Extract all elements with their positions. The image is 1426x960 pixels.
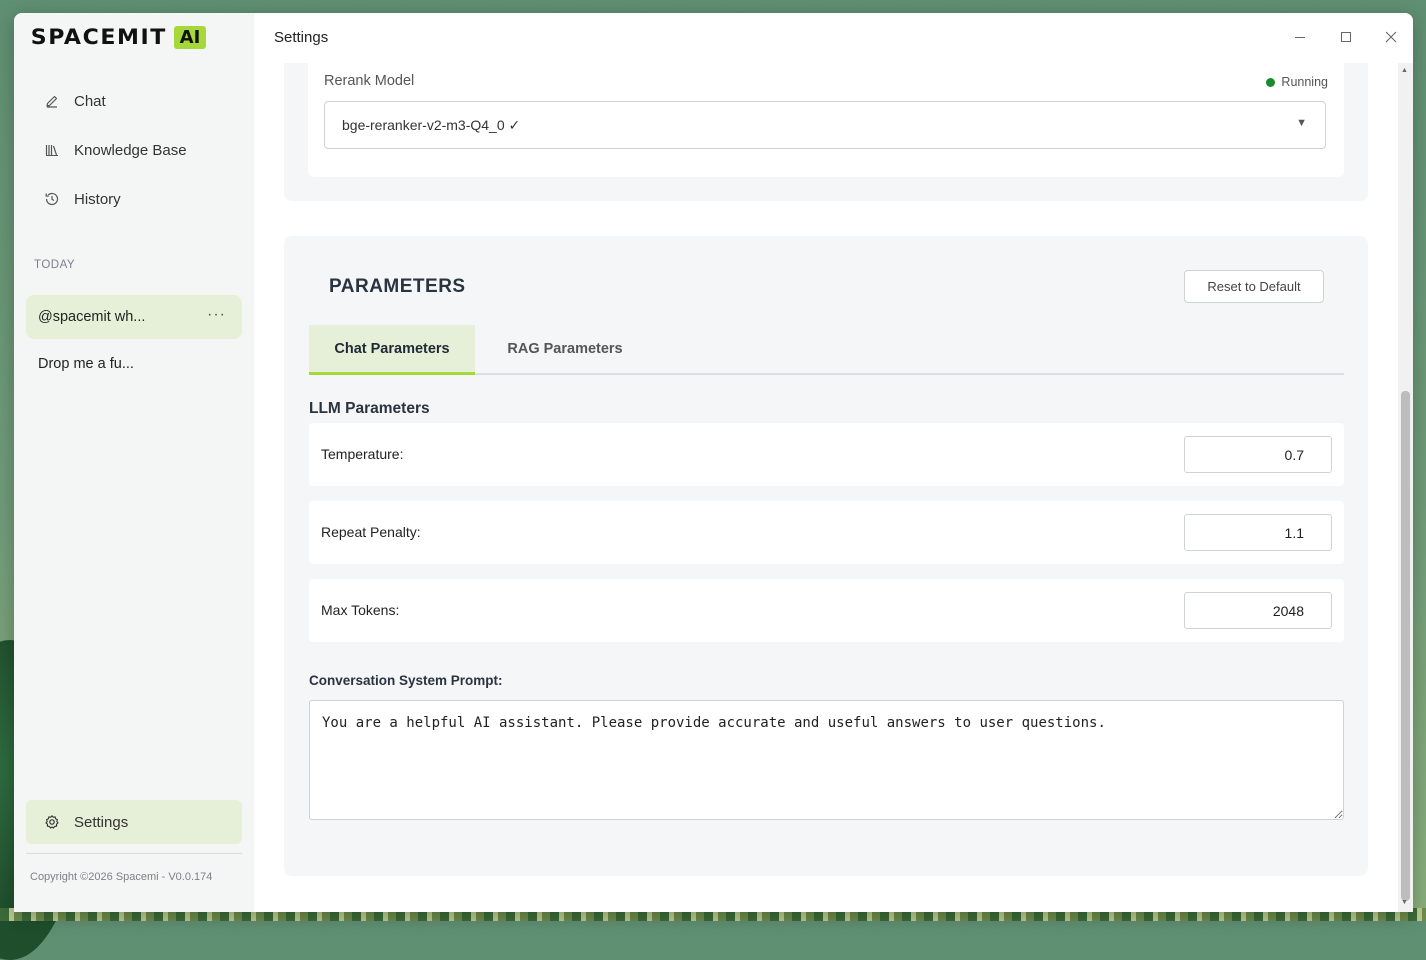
sidebar-divider [26, 853, 242, 854]
parameters-title: PARAMETERS [329, 276, 466, 297]
app-logo: SPACEMIT AI [30, 25, 207, 49]
scroll-up-arrow-icon[interactable]: ▲ [1401, 67, 1408, 74]
model-card: Rerank Model Running bge-reranker-v2-m3-… [284, 63, 1368, 201]
status-badge: Running [1266, 75, 1328, 89]
minimize-icon[interactable] [1290, 27, 1310, 47]
more-options-icon[interactable]: ··· [207, 306, 226, 324]
history-item[interactable]: Drop me a fu... [26, 342, 242, 386]
rerank-model-section: Rerank Model Running bge-reranker-v2-m3-… [308, 63, 1344, 177]
books-icon [44, 142, 60, 158]
rerank-model-label: Rerank Model [324, 73, 415, 89]
llm-parameters-heading: LLM Parameters [309, 400, 430, 417]
system-prompt-textarea[interactable]: You are a helpful AI assistant. Please p… [309, 700, 1344, 820]
settings-content: Rerank Model Running bge-reranker-v2-m3-… [254, 63, 1398, 912]
window-title: Settings [274, 29, 329, 46]
close-icon[interactable] [1381, 27, 1401, 47]
max-tokens-label: Max Tokens: [321, 602, 400, 618]
scrollbar-thumb[interactable] [1401, 391, 1410, 901]
param-row-temperature: Temperature: [309, 423, 1344, 486]
nav-item-label: Chat [74, 92, 106, 110]
temperature-input[interactable] [1184, 436, 1332, 473]
nav-item-chat[interactable]: Chat [26, 81, 242, 121]
param-row-repeat-penalty: Repeat Penalty: [309, 501, 1344, 564]
nav-item-history[interactable]: History [26, 179, 242, 219]
tab-chat-parameters[interactable]: Chat Parameters [309, 325, 475, 375]
logo-text: SPACEMIT [30, 25, 167, 49]
history-clock-icon [44, 191, 60, 207]
nav-item-settings[interactable]: Settings [26, 800, 242, 844]
status-text: Running [1281, 75, 1328, 89]
nav-item-label: History [74, 190, 121, 208]
tab-rag-parameters[interactable]: RAG Parameters [485, 325, 645, 373]
parameter-tabs: Chat Parameters RAG Parameters [309, 325, 1344, 375]
history-item-label: Drop me a fu... [38, 356, 134, 372]
copyright-text: Copyright ©2026 Spacemi - V0.0.174 [30, 871, 213, 883]
parameters-card: PARAMETERS Reset to Default Chat Paramet… [284, 236, 1368, 876]
repeat-penalty-input[interactable] [1184, 514, 1332, 551]
maximize-icon[interactable] [1336, 27, 1356, 47]
app-window: SPACEMIT AI Chat Knowledge Base History … [14, 13, 1413, 912]
nav-item-knowledge-base[interactable]: Knowledge Base [26, 130, 242, 170]
content-scrollbar[interactable]: ▲ ▼ [1398, 63, 1413, 912]
system-prompt-label: Conversation System Prompt: [309, 673, 503, 688]
nav-item-label: Knowledge Base [74, 141, 187, 159]
history-item-label: @spacemit wh... [38, 309, 146, 325]
pencil-icon [44, 93, 60, 109]
temperature-label: Temperature: [321, 446, 404, 462]
reset-to-default-button[interactable]: Reset to Default [1184, 270, 1324, 303]
rerank-model-select[interactable]: bge-reranker-v2-m3-Q4_0 ✓ ▼ [324, 101, 1326, 149]
param-row-max-tokens: Max Tokens: [309, 579, 1344, 642]
repeat-penalty-label: Repeat Penalty: [321, 524, 421, 540]
nav-item-label: Settings [74, 813, 129, 831]
status-dot-icon [1266, 77, 1276, 87]
title-bar: Settings [254, 13, 1413, 63]
scroll-down-arrow-icon[interactable]: ▼ [1401, 899, 1408, 906]
history-item[interactable]: @spacemit wh... ··· [26, 295, 242, 339]
history-section-label: TODAY [34, 259, 76, 271]
max-tokens-input[interactable] [1184, 592, 1332, 629]
logo-badge: AI [173, 25, 207, 49]
dropdown-arrow-icon: ▼ [1296, 117, 1307, 129]
rerank-model-value: bge-reranker-v2-m3-Q4_0 ✓ [342, 117, 521, 133]
sidebar: SPACEMIT AI Chat Knowledge Base History … [14, 13, 254, 912]
gear-icon [44, 814, 60, 830]
